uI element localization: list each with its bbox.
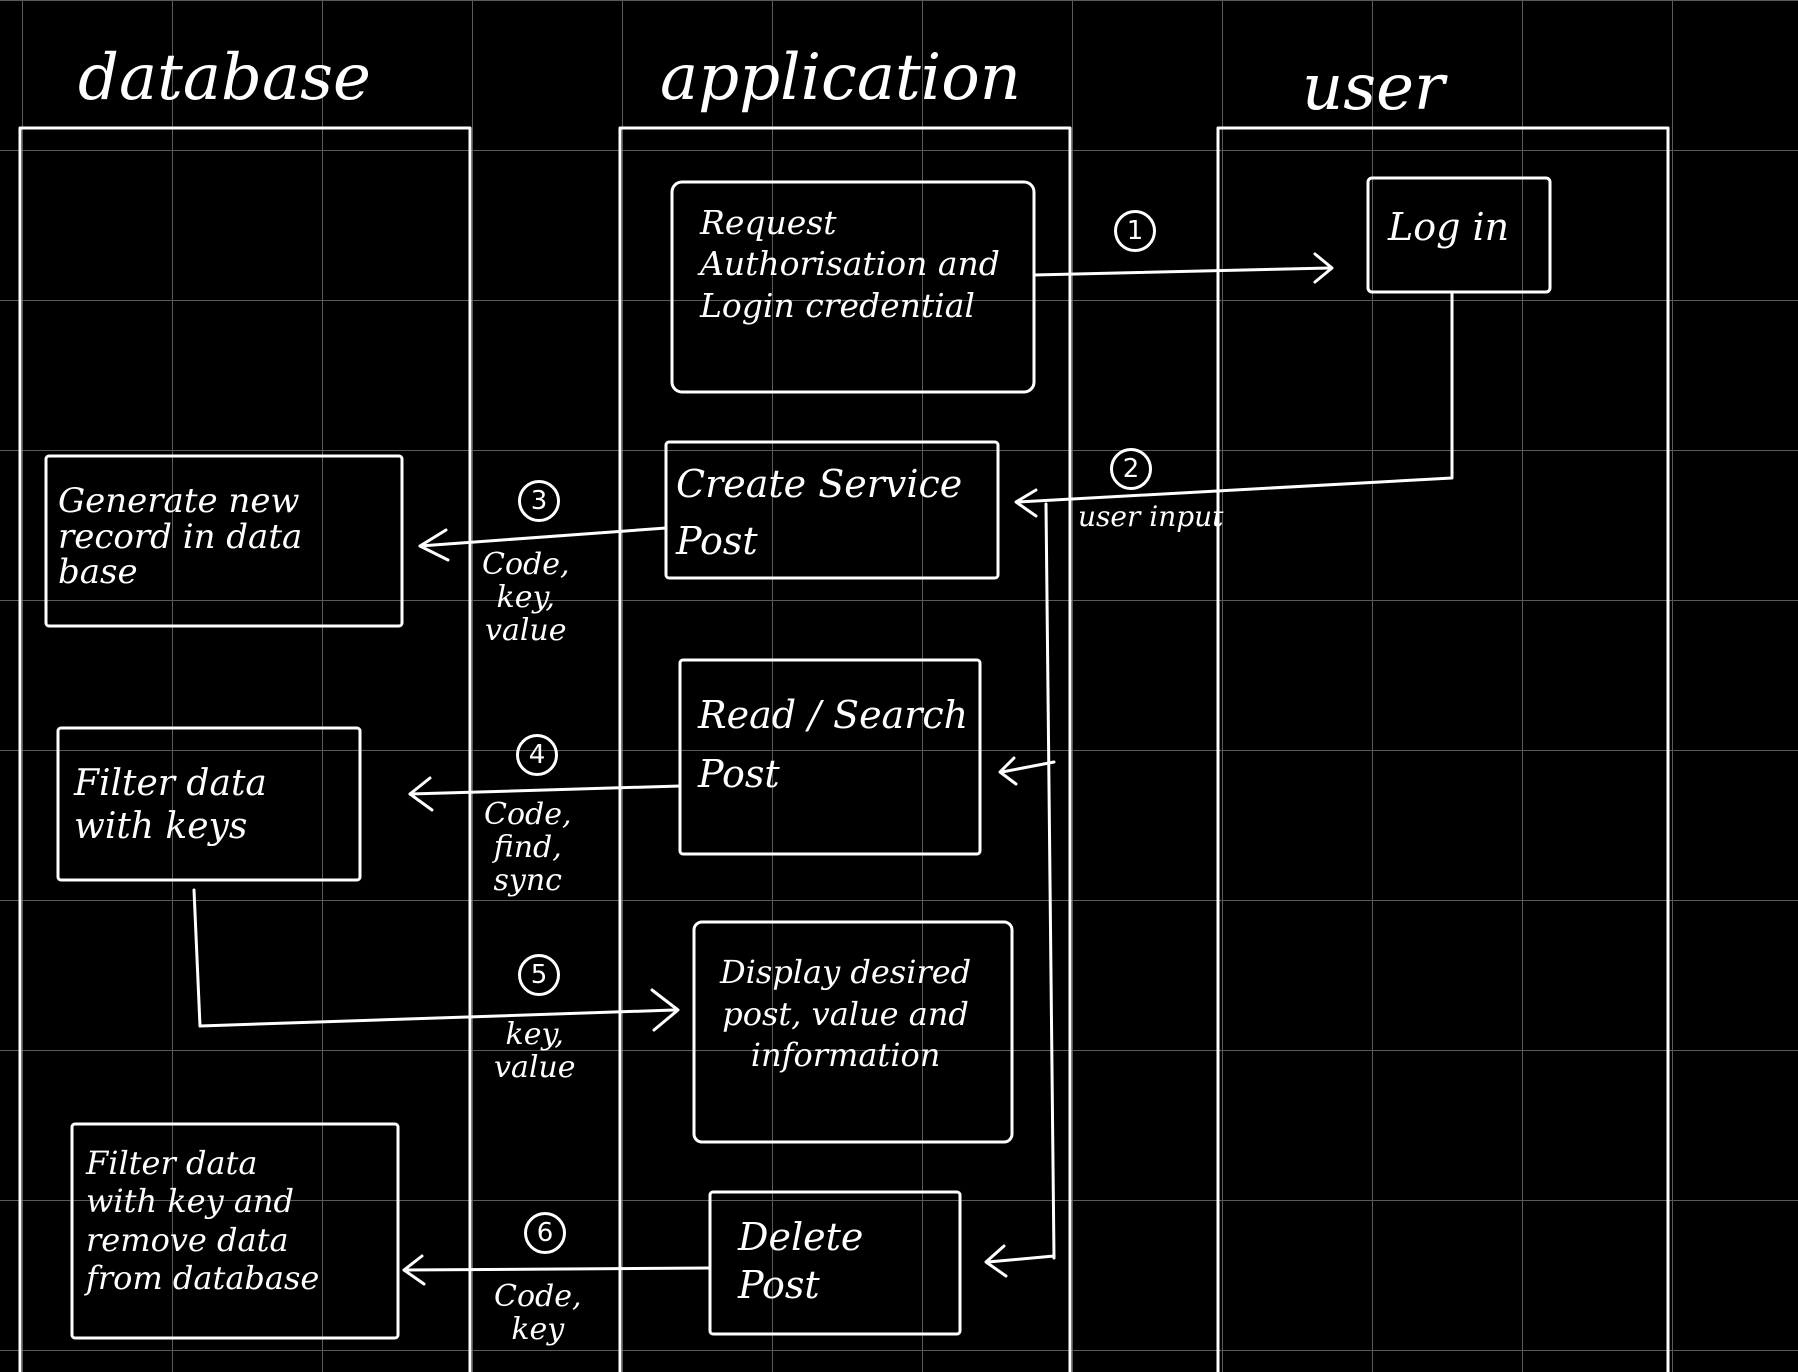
code-key-label: Code, key [494,1279,582,1347]
user-input-branch [1044,502,1056,1260]
generate-record-text: Generate new record in data base [58,481,303,593]
step-1-marker: 1 [1114,210,1156,252]
delete-post-text: Delete Post [738,1215,864,1307]
display-post-text: Display desired post, value and informat… [720,953,972,1075]
filter-remove-text: Filter data with key and remove data fro… [86,1144,320,1298]
user-lane-frame [1216,126,1670,1372]
arrow-6-line [402,1266,712,1272]
create-service-text: Create Service Post [676,462,963,563]
step-2-marker: 2 [1110,448,1152,490]
step-6-marker: 6 [524,1212,566,1254]
application-lane-title: application [660,41,1021,115]
database-lane-title: database [78,41,371,115]
arrow-5-line [192,888,676,1028]
read-search-text: Read / Search Post [698,693,969,796]
arrow-4-line [408,784,682,796]
code-key-value-label: Code, key, value [482,547,570,648]
log-in-text: Log in [1388,205,1510,249]
code-find-sync-label: Code, find, sync [484,797,572,898]
user-input-label: user input [1078,500,1224,533]
step-5-marker: 5 [518,954,560,996]
branch-to-delete [986,1254,1056,1264]
key-value-label: key, value [494,1017,576,1085]
step-3-marker: 3 [518,480,560,522]
arrow-2-line [1016,290,1454,504]
request-auth-text: Request Authorisation and Login credenti… [700,203,1000,325]
arrow-3-line [418,526,668,548]
filter-keys-text: Filter data with keys [74,763,267,848]
arrow-1-line [1032,266,1332,277]
step-4-marker: 4 [516,734,558,776]
user-lane-title: user [1302,51,1445,125]
